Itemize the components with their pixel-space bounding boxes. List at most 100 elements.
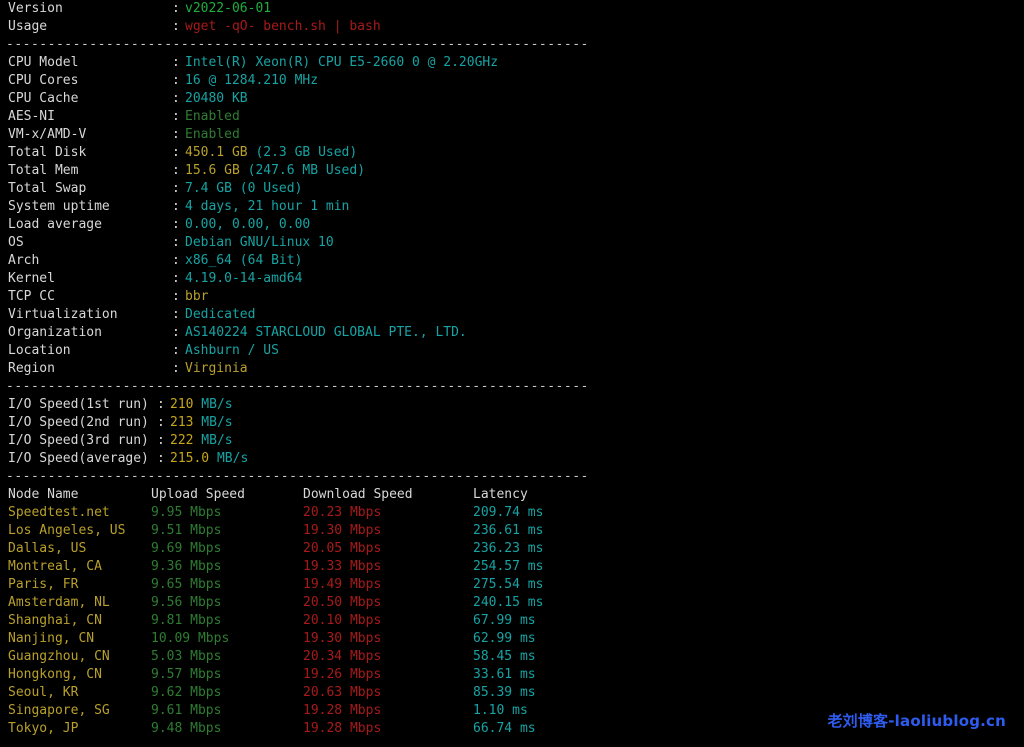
column-header-download-speed: Download Speed [303,487,413,502]
system-info-colon: : [172,181,180,196]
speedtest-download-speed: 20.34 Mbps [303,649,382,664]
system-info-value: 20480 KB [185,91,248,106]
system-info-label: Location [8,343,71,358]
system-info-row: Total Disk:450.1 GB (2.3 GB Used) [0,144,1024,162]
usage-row: Usage: wget -qO- bench.sh | bash [0,18,1024,36]
system-info-colon: : [172,127,180,142]
system-info-value: Virginia [185,361,248,376]
speedtest-upload-speed: 9.81 Mbps [151,613,222,628]
system-info-colon: : [172,199,180,214]
system-info-value: Ashburn / US [185,343,279,358]
watermark: 老刘博客-laoliublog.cn [827,712,1006,730]
system-info-value: 7.4 GB [185,181,232,196]
speedtest-row: Dallas, US 9.69 Mbps 20.05 Mbps 236.23 ms [0,540,1024,558]
system-info-row: TCP CC: bbr [0,288,1024,306]
speedtest-row: Montreal, CA 9.36 Mbps 19.33 Mbps 254.57 ms [0,558,1024,576]
speedtest-node-name: Guangzhou, CN [8,649,110,664]
speedtest-download-speed: 19.30 Mbps [303,631,382,646]
system-info-value: Dedicated [185,307,256,322]
system-info-colon: : [172,361,180,376]
system-info-label: Organization [8,325,102,340]
system-info-row: CPU Cache:20480 KB [0,90,1024,108]
terminal-window: Version: v2022-06-01 Usage: wget -qO- benc… [0,0,1024,747]
speedtest-node-name: Dallas, US [8,541,87,556]
system-info-value-extra: (0 Used) [231,181,303,196]
speedtest-download-speed: 20.63 Mbps [303,685,382,700]
speedtest-row: Guangzhou, CN 5.03 Mbps 20.34 Mbps 58.45 ms [0,648,1024,666]
speedtest-download-speed: 20.23 Mbps [303,505,382,520]
speedtest-node-name: Singapore, SG [8,703,110,718]
speedtest-upload-speed: 9.69 Mbps [151,541,222,556]
system-info-colon: : [172,271,180,286]
system-info-row: Arch: x86_64 (64 Bit) [0,252,1024,270]
speedtest-latency: 33.61 ms [473,667,536,682]
speedtest-upload-speed: 9.36 Mbps [151,559,222,574]
io-speed-unit: MB/s [209,451,249,466]
system-info-colon: : [172,253,180,268]
system-info-colon: : [172,55,180,70]
system-info-row: AES-NI: Enabled [0,108,1024,126]
usage-value: wget -qO- bench.sh | bash [185,19,381,34]
speedtest-rows: Speedtest.net 9.95 Mbps 20.23 Mbps 209.74 m… [0,504,1024,738]
system-info-label: System uptime [8,199,110,214]
io-speed-colon: : [157,415,165,430]
speedtest-row: Seoul, KR 9.62 Mbps 20.63 Mbps 85.39 ms [0,684,1024,702]
speedtest-node-name: Shanghai, CN [8,613,102,628]
io-speed-value: 210 [170,397,194,412]
version-colon: : [172,1,180,16]
system-info-label: CPU Model [8,55,79,70]
speedtest-download-speed: 19.28 Mbps [303,703,382,718]
system-info-label: Load average [8,217,102,232]
system-info-label: CPU Cores [8,73,79,88]
system-info-colon: : [172,145,180,160]
speedtest-node-name: Nanjing, CN [8,631,95,646]
system-info-label: VM-x/AMD-V [8,127,87,142]
version-label: Version [8,1,63,16]
system-info-value: AS140224 STARCLOUD GLOBAL PTE., LTD. [185,325,467,340]
system-info-label: Arch [8,253,40,268]
io-speed-row: I/O Speed(1st run):210 MB/s [0,396,1024,414]
system-info-value: 4.19.0-14-amd64 [185,271,303,286]
system-info-colon: : [172,91,180,106]
io-speed-label: I/O Speed(2nd run) [8,415,149,430]
column-header-upload-speed: Upload Speed [151,487,245,502]
speedtest-node-name: Los Angeles, US [8,523,126,538]
speedtest-download-speed: 19.26 Mbps [303,667,382,682]
system-info-value: 4 days, 21 hour 1 min [185,199,350,214]
io-speed-value: 215.0 [170,451,210,466]
io-speed-row: I/O Speed(average):215.0 MB/s [0,450,1024,468]
system-info-label: AES-NI [8,109,55,124]
system-info-colon: : [172,325,180,340]
io-speed-colon: : [157,397,165,412]
system-info-section: CPU Model: Intel(R) Xeon(R) CPU E5-2660 0… [0,54,1024,378]
speedtest-row: Amsterdam, NL 9.56 Mbps 20.50 Mbps 240.15 m… [0,594,1024,612]
io-speed-row: I/O Speed(3rd run):222 MB/s [0,432,1024,450]
speedtest-download-speed: 19.30 Mbps [303,523,382,538]
speedtest-latency: 58.45 ms [473,649,536,664]
system-info-label: Region [8,361,55,376]
speedtest-latency: 62.99 ms [473,631,536,646]
header-block: Version: v2022-06-01 Usage: wget -qO- benc… [0,0,1024,36]
io-speed-value: 213 [170,415,194,430]
io-speed-unit: MB/s [193,397,233,412]
system-info-row: System uptime:4 days, 21 hour 1 min [0,198,1024,216]
speedtest-upload-speed: 9.56 Mbps [151,595,222,610]
speedtest-row: Shanghai, CN 9.81 Mbps 20.10 Mbps 67.99 ms [0,612,1024,630]
system-info-value: 16 @ 1284.210 MHz [185,73,319,88]
speedtest-node-name: Hongkong, CN [8,667,102,682]
speedtest-download-speed: 20.10 Mbps [303,613,382,628]
system-info-colon: : [172,109,180,124]
io-speed-unit: MB/s [193,415,233,430]
speedtest-latency: 240.15 ms [473,595,544,610]
speedtest-row: Hongkong, CN 9.57 Mbps 19.26 Mbps 33.61 ms [0,666,1024,684]
divider-middle: ----------------------------------------… [6,379,589,394]
speedtest-latency: 236.61 ms [473,523,544,538]
speedtest-row: Nanjing, CN 10.09 Mbps 19.30 Mbps 62.99 ms [0,630,1024,648]
io-speed-label: I/O Speed(1st run) [8,397,149,412]
io-speed-colon: : [157,433,165,448]
speedtest-node-name: Seoul, KR [8,685,79,700]
system-info-value: Enabled [185,109,240,124]
system-info-value: x86_64 (64 Bit) [185,253,303,268]
system-info-colon: : [172,235,180,250]
system-info-row: CPU Cores:16 @ 1284.210 MHz [0,72,1024,90]
